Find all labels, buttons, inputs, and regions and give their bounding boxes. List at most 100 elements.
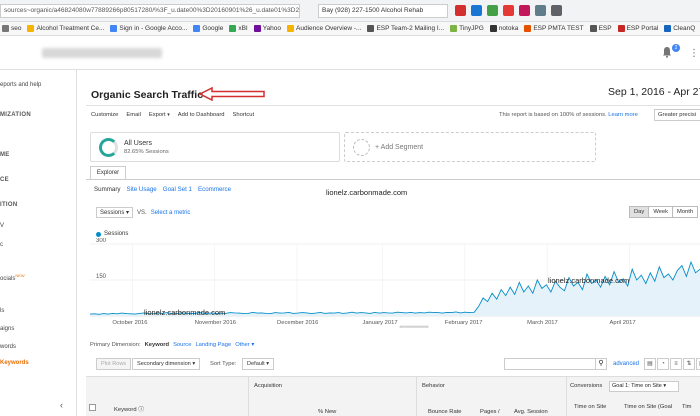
subtab-summary[interactable]: Summary [94, 186, 120, 193]
precision-dropdown[interactable]: Greater precisi [654, 109, 700, 121]
sidebar-item-reports-help[interactable]: eports and help [0, 82, 41, 88]
select-metric-link[interactable]: Select a metric [151, 210, 191, 216]
month-button[interactable]: Month [672, 206, 699, 218]
sort-type-label: Sort Type: [210, 361, 237, 367]
blurred-account-name [42, 48, 162, 58]
sidebar-item-traffic[interactable]: c [0, 242, 3, 248]
column-pages-per-session[interactable]: Pages / [480, 409, 500, 415]
refresh-icon[interactable] [487, 5, 498, 16]
bookmark-item[interactable]: seo [2, 25, 21, 32]
subtab-ecommerce[interactable]: Ecommerce [198, 186, 231, 193]
bookmark-label: xBI [238, 25, 248, 32]
sidebar-item-audience[interactable]: CE [0, 177, 9, 183]
dimension-other[interactable]: Other ▾ [235, 342, 254, 348]
record-icon[interactable] [455, 5, 466, 16]
pinterest-icon[interactable] [519, 5, 530, 16]
bookmark-item[interactable]: ESP PMTA TEST [524, 25, 584, 32]
comparison-view-icon[interactable]: ⇅ [683, 358, 695, 370]
legend-dot-icon [96, 231, 101, 237]
bookmark-item[interactable]: notoka [489, 25, 518, 32]
learn-more-link[interactable]: Learn more [608, 112, 638, 118]
notification-badge: 2 [672, 44, 680, 52]
browser-search-field[interactable]: Bay (928) 227-1500 Alcohol Rehab [318, 4, 448, 18]
cast-icon[interactable] [551, 5, 562, 16]
collapse-sidebar-icon[interactable]: ‹ [60, 400, 63, 410]
dimension-landing-page[interactable]: Landing Page [195, 342, 231, 348]
bookmark-item[interactable]: ESP Team-2 Mailing I... [367, 25, 444, 32]
bookmark-favicon-icon [2, 25, 9, 32]
metric-dropdown[interactable]: Sessions ▾ [96, 207, 134, 218]
data-view-icon[interactable]: ▤ [644, 358, 656, 370]
chart-watermark: lionelz.carbonmade.com [144, 308, 225, 317]
column-avg-session-duration[interactable]: Avg. Session [514, 409, 548, 415]
sidebar-item-overview[interactable]: V [0, 223, 4, 229]
week-button[interactable]: Week [648, 206, 674, 218]
customize-button[interactable]: Customize [91, 112, 118, 118]
sidebar-section-customization[interactable]: MIZATION [0, 112, 31, 118]
address-bar[interactable]: sources~organic/a46824080w77889266p80517… [0, 4, 300, 18]
apps-grid-icon[interactable]: ⋮⋮ [689, 48, 700, 59]
sidebar-item-campaigns[interactable]: aigns [0, 326, 14, 332]
advanced-filter-link[interactable]: advanced [613, 361, 639, 367]
plot-rows-button[interactable]: Plot Rows [96, 358, 132, 370]
column-separator [566, 377, 567, 416]
add-segment-button[interactable]: + Add Segment [344, 132, 596, 162]
sidebar-item-acquisition[interactable]: ITION [0, 202, 18, 208]
heart-icon[interactable] [503, 5, 514, 16]
skype-icon[interactable] [471, 5, 482, 16]
bookmark-item[interactable]: ESP Portal [617, 25, 658, 32]
notification-bell-icon[interactable] [662, 46, 672, 58]
add-to-dashboard-button[interactable]: Add to Dashboard [178, 112, 225, 118]
column-time-on-site-3[interactable]: Tim [682, 404, 691, 410]
sidebar-item-realtime[interactable]: ME [0, 152, 10, 158]
download-icon[interactable] [535, 5, 546, 16]
column-time-on-site-2[interactable]: Time on Site (Goal [624, 404, 672, 410]
conversion-goal-dropdown[interactable]: Goal 1: Time on Site ▾ [609, 381, 679, 392]
email-button[interactable]: Email [126, 112, 141, 118]
bookmark-item[interactable]: Audience Overview -... [287, 25, 361, 32]
tab-explorer[interactable]: Explorer [90, 166, 126, 180]
sidebar-item-channels[interactable]: ls [0, 308, 4, 314]
bookmark-item[interactable]: CleanQ [664, 25, 695, 32]
day-button[interactable]: Day [629, 206, 650, 218]
shortcut-button[interactable]: Shortcut [233, 112, 255, 118]
column-time-on-site-1[interactable]: Time on Site [574, 404, 606, 410]
export-button[interactable]: Export ▾ [149, 112, 170, 118]
vs-label: VS. [137, 209, 147, 216]
bookmark-favicon-icon [367, 25, 375, 32]
column-new-sessions[interactable]: % New [318, 409, 336, 415]
sessions-line-chart[interactable]: 150 300 October 2016 November 2016 December … [86, 238, 700, 328]
subtab-site-usage[interactable]: Site Usage [126, 186, 156, 193]
sidebar-item-paid-keywords[interactable]: words [0, 344, 16, 350]
segment-all-users[interactable]: All Users 82.65% Sessions [90, 132, 340, 162]
pie-view-icon[interactable]: ◔ [657, 358, 669, 370]
x-tick-label: March 2017 [527, 320, 558, 326]
bookmark-item[interactable]: TinyJPG [450, 25, 484, 32]
pivot-view-icon[interactable]: ▦ [696, 358, 700, 370]
bookmark-favicon-icon [229, 25, 237, 32]
column-bounce-rate[interactable]: Bounce Rate [428, 409, 462, 415]
search-icon[interactable]: ⚲ [595, 358, 607, 370]
secondary-dimension-dropdown[interactable]: Secondary dimension ▾ [132, 358, 201, 370]
dimension-source[interactable]: Source [173, 342, 191, 348]
bookmark-item[interactable]: ESP [589, 25, 612, 32]
table-view-toggles: ▤ ◔ ≡ ⇅ ▦ [644, 358, 700, 370]
performance-view-icon[interactable]: ≡ [670, 358, 682, 370]
sidebar-item-socials[interactable]: ocialsNEW [0, 273, 25, 282]
sidebar-item-organic-keywords[interactable]: Keywords [0, 360, 29, 366]
select-all-checkbox[interactable] [89, 404, 96, 411]
bookmark-item[interactable]: Yahoo [253, 25, 281, 32]
date-range-picker[interactable]: Sep 1, 2016 - Apr 27, [608, 86, 700, 98]
bookmark-item[interactable]: xBI [229, 25, 248, 32]
bookmark-item[interactable]: Sign in - Google Acco... [110, 25, 187, 32]
bookmark-item[interactable]: Google [193, 25, 223, 32]
period-toggle: Day Week Month [629, 206, 699, 218]
column-keyword[interactable]: Keyword ⓘ [114, 404, 144, 413]
dimension-keyword[interactable]: Keyword [145, 342, 169, 348]
caret-down-icon: ▾ [167, 112, 170, 118]
subtab-goal-set-1[interactable]: Goal Set 1 [163, 186, 192, 193]
watermark-text: lionelz.carbonmade.com [326, 188, 408, 197]
table-search-input[interactable] [504, 358, 596, 370]
sort-type-dropdown[interactable]: Default ▾ [242, 358, 275, 370]
bookmark-item[interactable]: Alcohol Treatment Ce... [27, 25, 104, 32]
